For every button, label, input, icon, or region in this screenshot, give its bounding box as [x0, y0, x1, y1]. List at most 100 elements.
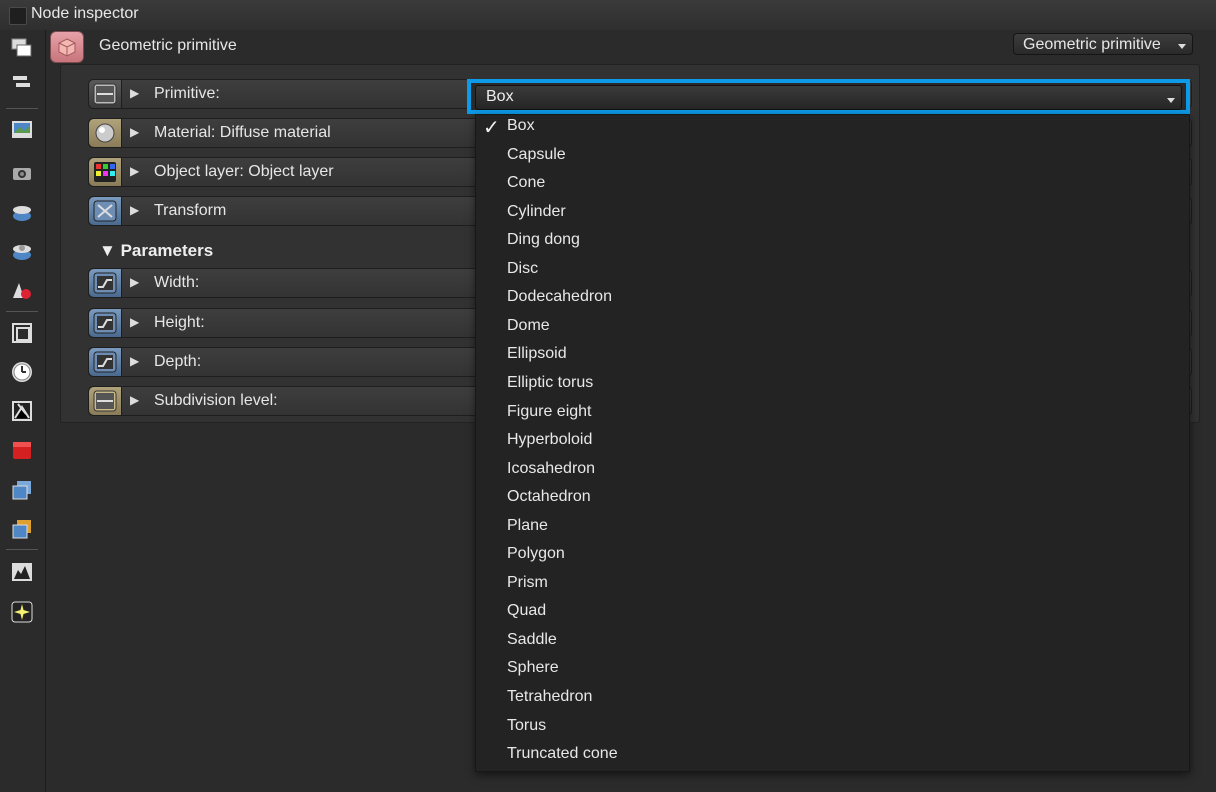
kernel-icon[interactable]: [10, 239, 34, 263]
star-burst-icon[interactable]: [10, 600, 34, 624]
dropdown-option[interactable]: Truncated cone: [476, 743, 1189, 771]
dropdown-option[interactable]: Plane: [476, 515, 1189, 543]
dropdown-option-label: Saddle: [507, 630, 557, 648]
chevron-down-icon: [1167, 98, 1175, 103]
texture-icon[interactable]: [10, 399, 34, 423]
expand-arrow-icon[interactable]: ▶: [130, 393, 139, 407]
dropdown-option-label: Icosahedron: [507, 459, 596, 477]
layers-icon[interactable]: [10, 478, 34, 502]
expand-arrow-icon[interactable]: ▶: [130, 203, 139, 217]
dropdown-option[interactable]: Elliptic torus: [476, 372, 1189, 400]
attribute-label: Primitive:: [154, 85, 220, 102]
panel-toggle-checkbox[interactable]: [9, 7, 27, 25]
parameter-label: Width:: [154, 274, 200, 291]
dropdown-option-label: Polygon: [507, 545, 565, 563]
dropdown-option[interactable]: Tetrahedron: [476, 686, 1189, 714]
expand-arrow-icon[interactable]: ▶: [130, 315, 139, 329]
collapse-arrow-icon[interactable]: ▼: [99, 241, 121, 260]
dropdown-option-label: Capsule: [507, 145, 566, 163]
primitive-select[interactable]: Box: [467, 79, 1190, 114]
dropdown-option[interactable]: Dome: [476, 315, 1189, 343]
dropdown-option-label: Disc: [507, 259, 539, 277]
parameter-label: Subdivision level:: [154, 392, 278, 409]
dropdown-option-label: Quad: [507, 602, 547, 620]
parameters-section-header[interactable]: ▼ Parameters: [99, 241, 213, 261]
dropdown-option-label: Figure eight: [507, 402, 592, 420]
dropdown-option[interactable]: Polygon: [476, 543, 1189, 571]
dropdown-option[interactable]: Sphere: [476, 657, 1189, 685]
primitive-dropdown-menu: ✓ Box Capsule Cone Cylinder Ding dong Disc Dode…: [475, 114, 1190, 772]
parameter-label: Depth:: [154, 353, 202, 370]
node-type-select-value: Geometric primitive: [1023, 36, 1161, 53]
node-type-icon: [50, 31, 84, 63]
toolbar-divider: [6, 311, 38, 312]
checkmark-icon: ✓: [483, 117, 500, 139]
dropdown-option-label: Dodecahedron: [507, 288, 612, 306]
attribute-label: Transform: [154, 202, 227, 219]
dropdown-option-label: Ding dong: [507, 231, 580, 249]
dropdown-option-label: Sphere: [507, 659, 559, 677]
dropdown-option[interactable]: Quad: [476, 600, 1189, 628]
list-icon[interactable]: [10, 70, 34, 94]
dropdown-option-label: Cone: [507, 174, 546, 192]
enum-icon: [89, 387, 122, 415]
node-name: Geometric primitive: [99, 37, 237, 54]
dropdown-option[interactable]: ✓ Box: [476, 115, 1189, 143]
camera-icon[interactable]: [10, 161, 34, 185]
left-toolbar: [0, 30, 46, 792]
dropdown-option-label: Plane: [507, 516, 548, 534]
dropdown-option[interactable]: Disc: [476, 258, 1189, 286]
crop-icon[interactable]: [10, 321, 34, 345]
material-sphere-icon: [89, 119, 122, 147]
dropdown-option-label: Ellipsoid: [507, 345, 567, 363]
image-icon[interactable]: [10, 118, 34, 142]
dropdown-option[interactable]: Capsule: [476, 144, 1189, 172]
float-curve-icon: [89, 309, 122, 337]
expand-arrow-icon[interactable]: ▶: [130, 86, 139, 100]
red-cube-icon[interactable]: [10, 438, 34, 462]
environment-icon[interactable]: [10, 200, 34, 224]
title-bar: Node inspector: [0, 0, 1216, 31]
windows-icon[interactable]: [10, 36, 34, 60]
dropdown-option[interactable]: Cone: [476, 172, 1189, 200]
parameter-label: Height:: [154, 314, 205, 331]
dropdown-option-label: Elliptic torus: [507, 373, 594, 391]
object-layer-icon: [89, 158, 122, 186]
stacked-boxes-icon[interactable]: [10, 517, 34, 541]
clock-icon[interactable]: [10, 360, 34, 384]
node-type-select[interactable]: Geometric primitive: [1013, 33, 1193, 55]
parameters-header-label: Parameters: [120, 241, 214, 260]
primitive-select-value: Box: [486, 88, 514, 105]
dropdown-option[interactable]: Cylinder: [476, 201, 1189, 229]
expand-arrow-icon[interactable]: ▶: [130, 354, 139, 368]
dropdown-option[interactable]: Hyperboloid: [476, 429, 1189, 457]
float-curve-icon: [89, 348, 122, 376]
dropdown-option[interactable]: Prism: [476, 572, 1189, 600]
dropdown-option[interactable]: Saddle: [476, 629, 1189, 657]
dropdown-option[interactable]: Icosahedron: [476, 458, 1189, 486]
histogram-icon[interactable]: [10, 560, 34, 584]
expand-arrow-icon[interactable]: ▶: [130, 125, 139, 139]
dropdown-option[interactable]: Ding dong: [476, 229, 1189, 257]
dropdown-option-label: Prism: [507, 573, 548, 591]
chevron-down-icon: [1178, 44, 1186, 49]
dropdown-option[interactable]: Octahedron: [476, 486, 1189, 514]
dropdown-option[interactable]: Figure eight: [476, 401, 1189, 429]
enum-icon: [89, 80, 122, 108]
dropdown-option[interactable]: Dodecahedron: [476, 286, 1189, 314]
window-title: Node inspector: [31, 5, 139, 22]
attribute-label: Object layer: Object layer: [154, 163, 334, 180]
expand-arrow-icon[interactable]: ▶: [130, 164, 139, 178]
toolbar-divider: [6, 549, 38, 550]
dropdown-option-label: Hyperboloid: [507, 431, 593, 449]
dropdown-option-label: Cylinder: [507, 202, 566, 220]
shapes-icon[interactable]: [10, 278, 34, 302]
dropdown-option[interactable]: Torus: [476, 715, 1189, 743]
attribute-label: Material: Diffuse material: [154, 124, 331, 141]
expand-arrow-icon[interactable]: ▶: [130, 275, 139, 289]
toolbar-divider: [6, 108, 38, 109]
primitive-select-box[interactable]: Box: [475, 85, 1182, 110]
dropdown-option-label: Truncated cone: [507, 745, 618, 763]
dropdown-option-label: Torus: [507, 716, 547, 734]
dropdown-option[interactable]: Ellipsoid: [476, 343, 1189, 371]
